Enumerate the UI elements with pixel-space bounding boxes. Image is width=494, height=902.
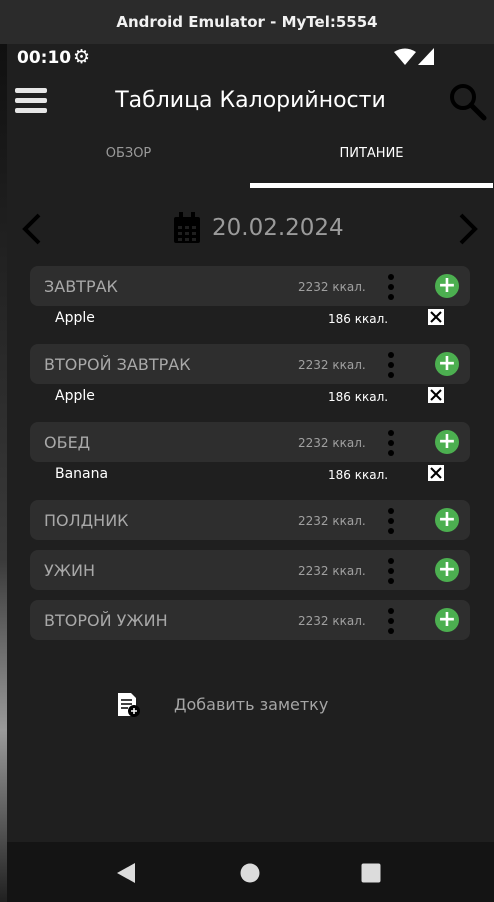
meal-kcal: 2232 ккал. xyxy=(298,514,366,528)
meal-kcal: 2232 ккал. xyxy=(298,280,366,294)
meal-header[interactable]: ОБЕД 2232 ккал. + xyxy=(30,422,470,462)
meal-name: ОБЕД xyxy=(44,433,91,452)
meal-kcal: 2232 ккал. xyxy=(298,564,366,578)
food-name: Banana xyxy=(55,466,109,482)
status-time: 00:10 xyxy=(17,48,72,68)
add-food-button[interactable]: + xyxy=(435,274,459,298)
more-vert-icon[interactable] xyxy=(388,608,394,634)
meal-header[interactable]: ВТОРОЙ УЖИН 2232 ккал. + xyxy=(30,600,470,640)
add-food-button[interactable]: + xyxy=(435,558,459,582)
more-vert-icon[interactable] xyxy=(388,352,394,378)
food-kcal: 186 ккал. xyxy=(328,468,389,482)
note-add-icon xyxy=(118,693,140,717)
emulator-window-title: Android Emulator - MyTel:5554 xyxy=(0,0,494,44)
meal-header[interactable]: ПОЛДНИК 2232 ккал. + xyxy=(30,500,470,540)
add-food-button[interactable]: + xyxy=(435,430,459,454)
meal-header[interactable]: ВТОРОЙ ЗАВТРАК 2232 ккал. + xyxy=(30,344,470,384)
meal-spacer xyxy=(30,540,470,550)
calendar-icon[interactable] xyxy=(173,212,201,244)
add-food-button[interactable]: + xyxy=(435,352,459,376)
food-row[interactable]: Apple 186 ккал. xyxy=(30,384,470,422)
signal-icon xyxy=(418,48,434,65)
meal-name: ЗАВТРАК xyxy=(44,277,118,296)
meal-name: ВТОРОЙ УЖИН xyxy=(44,611,168,630)
more-vert-icon[interactable] xyxy=(388,274,394,300)
add-food-button[interactable]: + xyxy=(435,508,459,532)
meal-kcal: 2232 ккал. xyxy=(298,436,366,450)
checkbox-x-icon[interactable] xyxy=(428,309,444,325)
more-vert-icon[interactable] xyxy=(388,508,394,534)
meal-kcal: 2232 ккал. xyxy=(298,614,366,628)
tab-bar: ОБЗОР ПИТАНИЕ xyxy=(7,136,494,188)
meal-name: ВТОРОЙ ЗАВТРАК xyxy=(44,355,191,374)
tab-nutrition[interactable]: ПИТАНИЕ xyxy=(250,136,493,184)
app-bar: Таблица Калорийности xyxy=(7,72,494,136)
meal-name: УЖИН xyxy=(44,561,95,580)
checkbox-x-icon[interactable] xyxy=(428,465,444,481)
more-vert-icon[interactable] xyxy=(388,558,394,584)
meal-spacer xyxy=(30,590,470,600)
selected-date[interactable]: 20.02.2024 xyxy=(212,215,344,241)
meal-header[interactable]: УЖИН 2232 ккал. + xyxy=(30,550,470,590)
meal-header[interactable]: ЗАВТРАК 2232 ккал. + xyxy=(30,266,470,306)
food-row[interactable]: Apple 186 ккал. xyxy=(30,306,470,344)
desktop-background-strip xyxy=(0,44,7,902)
chevron-right-icon[interactable] xyxy=(453,212,483,246)
food-kcal: 186 ккал. xyxy=(328,390,389,404)
active-tab-indicator xyxy=(250,183,493,188)
checkbox-x-icon[interactable] xyxy=(428,387,444,403)
phone-screen: 00:10 ⚙ Таблица Калорийности ОБЗОР ПИТАН… xyxy=(7,44,494,902)
search-icon[interactable] xyxy=(447,82,487,122)
meal-name: ПОЛДНИК xyxy=(44,511,129,530)
gear-icon: ⚙ xyxy=(73,46,91,68)
chevron-left-icon[interactable] xyxy=(17,212,47,246)
food-row[interactable]: Banana 186 ккал. xyxy=(30,462,470,500)
square-recents-icon[interactable] xyxy=(360,862,382,884)
add-note-label: Добавить заметку xyxy=(174,695,329,714)
app-title: Таблица Калорийности xyxy=(115,88,386,113)
circle-home-icon[interactable] xyxy=(239,862,261,884)
food-name: Apple xyxy=(55,310,95,326)
food-kcal: 186 ккал. xyxy=(328,312,389,326)
wifi-icon xyxy=(394,48,416,65)
meal-list: ЗАВТРАК 2232 ккал. + Apple 186 ккал. ВТО… xyxy=(30,266,470,650)
meal-kcal: 2232 ккал. xyxy=(298,358,366,372)
status-bar: 00:10 ⚙ xyxy=(7,44,494,72)
triangle-back-icon[interactable] xyxy=(115,862,137,884)
date-selector: 20.02.2024 xyxy=(7,204,494,254)
add-food-button[interactable]: + xyxy=(435,608,459,632)
add-note-button[interactable]: Добавить заметку xyxy=(117,692,417,722)
system-nav-bar xyxy=(7,842,494,902)
food-name: Apple xyxy=(55,388,95,404)
more-vert-icon[interactable] xyxy=(388,430,394,456)
tab-overview[interactable]: ОБЗОР xyxy=(7,136,250,184)
meal-spacer xyxy=(30,640,470,650)
